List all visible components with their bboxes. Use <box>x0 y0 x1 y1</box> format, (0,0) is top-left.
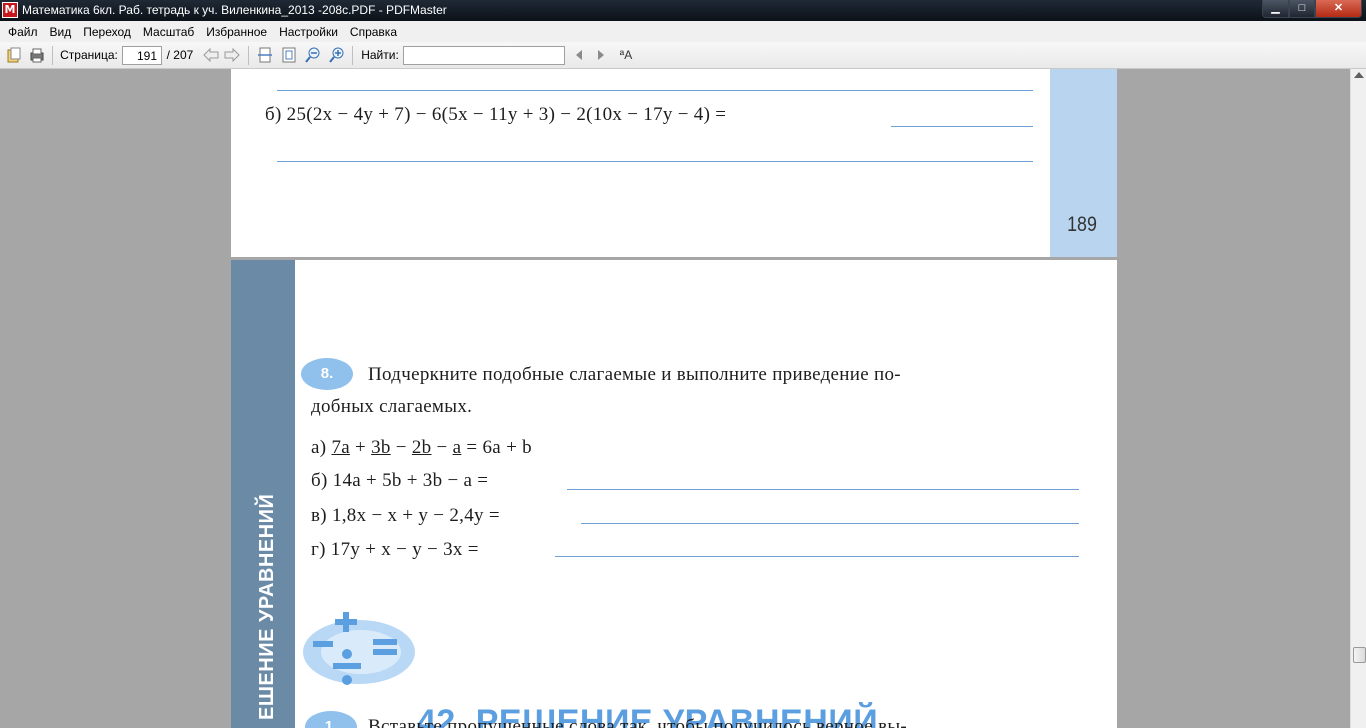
scroll-up-icon[interactable] <box>1354 72 1364 78</box>
scrollbar-thumb[interactable] <box>1353 647 1366 663</box>
print-icon[interactable] <box>28 47 46 63</box>
toolbar: Страница: / 207 Найти: ªA <box>0 42 1366 69</box>
fit-page-icon[interactable] <box>281 47 297 63</box>
document-viewer[interactable]: б) 25(2x − 4y + 7) − 6(5x − 11y + 3) − 2… <box>0 69 1350 728</box>
answer-line <box>277 90 1033 91</box>
app-icon: M <box>2 2 18 18</box>
task-number-badge: 8. <box>301 358 353 390</box>
operator: + <box>355 437 367 458</box>
toolbar-separator <box>52 46 53 65</box>
underlined-term: 3b <box>371 437 391 458</box>
minimize-button[interactable]: ▁ <box>1262 0 1289 18</box>
page-number: 189 <box>1067 213 1097 236</box>
find-next-icon[interactable] <box>595 47 607 63</box>
item-a-result: = 6a + b <box>466 437 532 458</box>
find-previous-icon[interactable] <box>573 47 585 63</box>
next-page-icon[interactable] <box>224 47 240 63</box>
task8-text-line2: добных слагаемых. <box>311 396 473 417</box>
task8-item-b: б) 14a + 5b + 3b − a = <box>311 470 489 491</box>
side-strip-title: ЕШЕНИЕ УРАВНЕНИЙ <box>256 493 278 720</box>
next-task-text: Вставьте пропущенные слова так, чтобы по… <box>368 716 908 728</box>
pdf-page-190: ЕШЕНИЕ УРАВНЕНИЙ 8. Подчеркните подобные… <box>231 260 1117 728</box>
menu-view[interactable]: Вид <box>44 25 78 39</box>
window-title: Математика 6кл. Раб. тетрадь к уч. Вилен… <box>22 3 447 17</box>
menu-help[interactable]: Справка <box>344 25 403 39</box>
page-label: Страница: <box>60 48 118 62</box>
menu-go[interactable]: Переход <box>77 25 137 39</box>
task-number-badge: 1. <box>305 711 357 728</box>
operator: − <box>436 437 448 458</box>
page-number-input[interactable] <box>122 46 162 65</box>
maximize-button[interactable]: □ <box>1289 0 1315 18</box>
page-total: / 207 <box>166 48 194 62</box>
search-label: Найти: <box>361 48 399 62</box>
task8-text-line1: Подчеркните подобные слагаемые и выполни… <box>368 364 901 385</box>
equation-section-icon <box>299 610 417 690</box>
open-file-icon[interactable] <box>5 47 23 63</box>
toolbar-separator <box>248 46 249 65</box>
zoom-in-icon[interactable] <box>329 47 345 63</box>
vertical-scrollbar[interactable] <box>1350 69 1366 728</box>
fit-width-icon[interactable] <box>257 47 273 63</box>
operator: − <box>395 437 407 458</box>
task8-item-v: в) 1,8x − x + y − 2,4y = <box>311 505 500 526</box>
underlined-term: 2b <box>411 437 432 458</box>
menu-bar: Файл Вид Переход Масштаб Избранное Настр… <box>0 21 1366 42</box>
answer-line <box>891 126 1033 127</box>
menu-favorites[interactable]: Избранное <box>200 25 273 39</box>
window-controls: ▁ □ ✕ <box>1262 0 1362 18</box>
answer-line <box>567 489 1079 490</box>
pdf-page-189: б) 25(2x − 4y + 7) − 6(5x − 11y + 3) − 2… <box>231 69 1117 257</box>
menu-zoom[interactable]: Масштаб <box>137 25 200 39</box>
zoom-out-icon[interactable] <box>305 47 321 63</box>
task8-item-g: г) 17y + x − y − 3x = <box>311 539 479 560</box>
underlined-term: 7a <box>331 437 350 458</box>
item-a-prefix: а) <box>311 437 327 458</box>
match-case-icon[interactable]: ªA <box>616 47 636 63</box>
task-b-expression: б) 25(2x − 4y + 7) − 6(5x − 11y + 3) − 2… <box>265 104 727 125</box>
search-input[interactable] <box>403 46 565 65</box>
menu-settings[interactable]: Настройки <box>273 25 344 39</box>
answer-line <box>581 523 1079 524</box>
title-bar: M Математика 6кл. Раб. тетрадь к уч. Вил… <box>0 0 1366 21</box>
close-button[interactable]: ✕ <box>1315 0 1362 18</box>
menu-file[interactable]: Файл <box>2 25 44 39</box>
answer-line <box>277 161 1033 162</box>
answer-line <box>555 556 1079 557</box>
task8-item-a: а) 7a + 3b − 2b − a = 6a + b <box>311 437 532 459</box>
underlined-term: a <box>452 437 462 458</box>
previous-page-icon[interactable] <box>203 47 219 63</box>
toolbar-separator <box>352 46 353 65</box>
